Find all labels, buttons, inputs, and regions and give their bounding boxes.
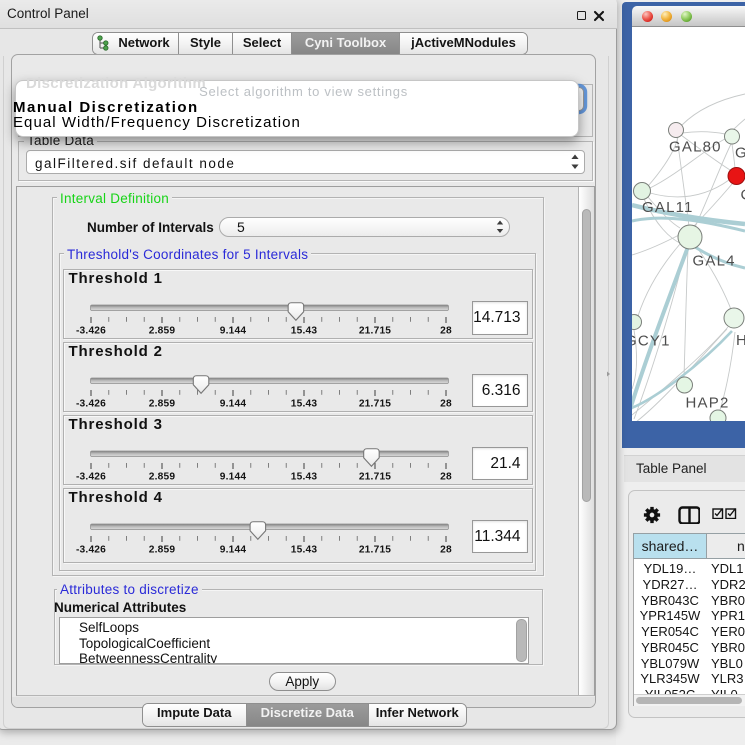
svg-text:H: H [736,332,745,349]
svg-text:-3.426: -3.426 [76,398,106,409]
svg-text:2.859: 2.859 [149,544,176,555]
svg-text:28: 28 [440,471,452,482]
svg-text:2.859: 2.859 [149,326,176,337]
svg-text:-3.426: -3.426 [76,544,106,555]
svg-text:15.43: 15.43 [291,544,318,555]
svg-text:GAL4: GAL4 [693,253,736,270]
svg-text:2.859: 2.859 [149,398,176,409]
svg-text:9.144: 9.144 [220,471,247,482]
svg-text:21.715: 21.715 [359,326,391,337]
svg-text:21.715: 21.715 [359,544,391,555]
svg-text:28: 28 [440,326,452,337]
svg-text:15.43: 15.43 [291,398,318,409]
svg-text:28: 28 [440,544,452,555]
svg-text:HAP2: HAP2 [686,395,730,412]
svg-text:21.715: 21.715 [359,398,391,409]
svg-text:GAL11: GAL11 [642,199,694,216]
svg-text:C: C [741,187,745,204]
svg-text:GAL80: GAL80 [669,139,722,156]
svg-text:21.715: 21.715 [359,471,391,482]
svg-text:9.144: 9.144 [220,398,247,409]
svg-text:2.859: 2.859 [149,471,176,482]
svg-text:15.43: 15.43 [291,471,318,482]
svg-text:-3.426: -3.426 [76,471,106,482]
svg-text:G.: G. [735,145,745,162]
svg-text:15.43: 15.43 [291,326,318,337]
svg-text:GCY1: GCY1 [632,333,671,350]
svg-text:9.144: 9.144 [220,544,247,555]
svg-text:28: 28 [440,398,452,409]
svg-text:9.144: 9.144 [220,326,247,337]
svg-text:-3.426: -3.426 [76,326,106,337]
